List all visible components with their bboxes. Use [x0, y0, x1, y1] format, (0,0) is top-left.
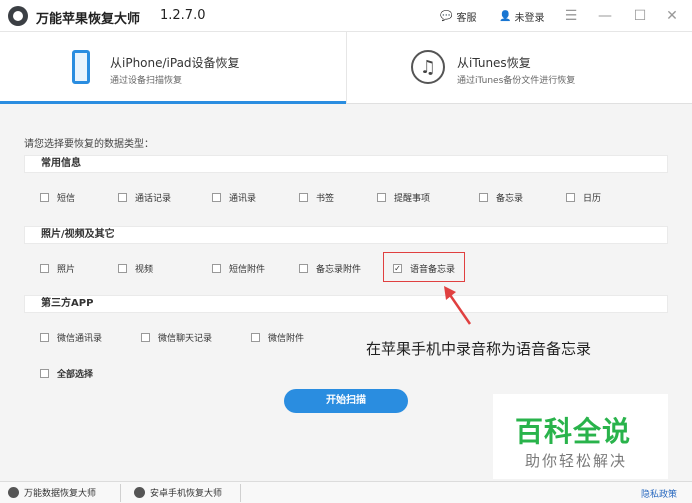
watermark-title: 百科全说	[515, 415, 632, 448]
divider	[240, 484, 241, 502]
checkbox-checked[interactable]: ✓	[393, 264, 402, 273]
data-type-prompt: 请您选择要恢复的数据类型：	[24, 139, 154, 150]
checkbox[interactable]	[212, 264, 221, 273]
option-sms-attachments[interactable]: 短信附件	[212, 262, 265, 275]
chat-icon: 💬	[440, 11, 453, 22]
service-button[interactable]: 💬 客服	[440, 9, 476, 24]
minimize-button[interactable]: —	[597, 8, 613, 24]
tab-itunes-recovery[interactable]: ♫ 从iTunes恢复 通过iTunes备份文件进行恢复	[346, 32, 692, 104]
option-sms[interactable]: 短信	[40, 191, 75, 204]
checkbox[interactable]	[299, 264, 308, 273]
checkbox[interactable]	[118, 193, 127, 202]
checkbox[interactable]	[251, 333, 260, 342]
app-icon	[8, 487, 19, 498]
checkbox[interactable]	[141, 333, 150, 342]
tab-itunes-subtitle: 通过iTunes备份文件进行恢复	[457, 76, 576, 86]
link-data-recovery[interactable]: 万能数据恢复大师	[8, 486, 96, 499]
status-bar: 万能数据恢复大师 安卓手机恢复大师 隐私政策	[0, 481, 692, 503]
option-contacts[interactable]: 通讯录	[212, 191, 256, 204]
option-bookmarks[interactable]: 书签	[299, 191, 334, 204]
mode-tabs: 从iPhone/iPad设备恢复 通过设备扫描恢复 ♫ 从iTunes恢复 通过…	[0, 32, 692, 104]
maximize-button[interactable]: ☐	[632, 8, 648, 24]
checkbox[interactable]	[40, 264, 49, 273]
user-icon: 👤	[499, 11, 512, 22]
privacy-policy-link[interactable]: 隐私政策	[641, 487, 677, 500]
checkbox[interactable]	[299, 193, 308, 202]
login-button[interactable]: 👤 未登录	[499, 9, 544, 24]
tab-device-title: 从iPhone/iPad设备恢复	[110, 56, 240, 70]
divider	[120, 484, 121, 502]
checkbox[interactable]	[212, 193, 221, 202]
option-reminders[interactable]: 提醒事项	[377, 191, 430, 204]
menu-icon[interactable]: ☰	[563, 8, 579, 24]
close-button[interactable]: ✕	[664, 8, 680, 24]
service-label: 客服	[456, 13, 477, 24]
tab-itunes-title: 从iTunes恢复	[457, 56, 531, 70]
app-title: 万能苹果恢复大师	[36, 12, 141, 27]
phone-icon	[72, 50, 90, 84]
title-bar: 万能苹果恢复大师 1.2.7.0 💬 客服 👤 未登录 ☰ — ☐ ✕	[0, 0, 692, 32]
checkbox[interactable]	[377, 193, 386, 202]
watermark: 百科全说 助你轻松解决	[493, 394, 668, 479]
option-call-log[interactable]: 通话记录	[118, 191, 171, 204]
annotation-arrow-icon	[444, 286, 472, 325]
option-wechat-chats[interactable]: 微信聊天记录	[141, 331, 212, 344]
checkbox[interactable]	[40, 193, 49, 202]
app-icon	[134, 487, 145, 498]
option-notes-attachments[interactable]: 备忘录附件	[299, 262, 361, 275]
option-photos[interactable]: 照片	[40, 262, 75, 275]
tab-device-recovery[interactable]: 从iPhone/iPad设备恢复 通过设备扫描恢复	[0, 32, 346, 104]
start-scan-button[interactable]: 开始扫描	[284, 389, 408, 413]
link-android-recovery[interactable]: 安卓手机恢复大师	[134, 486, 222, 499]
annotation-text: 在苹果手机中录音称为语音备忘录	[366, 340, 592, 358]
music-icon: ♫	[411, 50, 445, 84]
app-logo-icon	[8, 6, 28, 26]
option-wechat-attachments[interactable]: 微信附件	[251, 331, 304, 344]
section-photos-videos: 照片/视频及其它	[24, 226, 668, 244]
checkbox[interactable]	[40, 333, 49, 342]
tab-device-subtitle: 通过设备扫描恢复	[110, 76, 183, 86]
checkbox[interactable]	[118, 264, 127, 273]
app-version: 1.2.7.0	[160, 8, 206, 23]
section-common-info: 常用信息	[24, 155, 668, 173]
option-videos[interactable]: 视频	[118, 262, 153, 275]
checkbox[interactable]	[40, 369, 49, 378]
option-wechat-contacts[interactable]: 微信通讯录	[40, 331, 102, 344]
watermark-subtitle: 助你轻松解决	[525, 452, 628, 470]
section-third-party: 第三方APP	[24, 295, 668, 313]
option-notes[interactable]: 备忘录	[479, 191, 523, 204]
option-voice-memos[interactable]: ✓ 语音备忘录	[393, 262, 455, 275]
checkbox[interactable]	[479, 193, 488, 202]
select-all-checkbox[interactable]: 全部选择	[40, 367, 93, 380]
login-label: 未登录	[514, 13, 545, 24]
option-calendar[interactable]: 日历	[566, 191, 601, 204]
checkbox[interactable]	[566, 193, 575, 202]
